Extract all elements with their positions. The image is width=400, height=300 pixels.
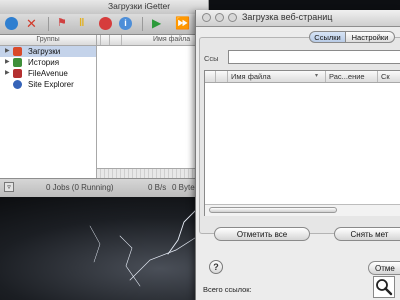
main-window: Загрузки iGetter ✕ ⚑ ‖ i ▶ ⏩ Группы ▶ За…: [0, 0, 209, 197]
list-header: Имя файла: [97, 35, 208, 46]
column-header-speed[interactable]: Ск: [377, 71, 400, 82]
total-links-label: Всего ссылок:: [203, 285, 252, 294]
toolbar-separator: [142, 17, 143, 31]
stop-icon[interactable]: [99, 17, 112, 30]
start-icon[interactable]: ▶: [152, 17, 165, 30]
cancel-button[interactable]: Отме: [368, 261, 400, 275]
tab-settings[interactable]: Настройки: [345, 31, 395, 43]
links-table[interactable]: Имя файла ▾ Рас...ение Ск: [204, 70, 400, 216]
pause-icon[interactable]: ‖: [79, 17, 92, 30]
sites-field[interactable]: [228, 50, 400, 64]
help-button[interactable]: ?: [209, 260, 223, 274]
zoom-window-icon[interactable]: [228, 13, 237, 22]
group-label: FileAvenue: [28, 69, 68, 78]
flag-icon[interactable]: ⚑: [57, 17, 70, 30]
column-header-filename[interactable]: Имя файла: [227, 71, 325, 82]
main-titlebar[interactable]: Загрузки iGetter: [0, 0, 208, 15]
start-all-icon[interactable]: ⏩: [175, 17, 190, 30]
group-item-fileavenue[interactable]: ▶ FileAvenue: [0, 68, 96, 79]
delete-icon[interactable]: ✕: [25, 17, 38, 30]
table-scrollbar[interactable]: [205, 204, 400, 216]
dialog-titlebar[interactable]: Загрузка веб-страниц: [196, 10, 400, 27]
downloads-icon: [13, 47, 22, 56]
fileavenue-icon: [13, 69, 22, 78]
groups-header: Группы: [0, 35, 97, 46]
group-item-downloads[interactable]: ▶ Загрузки: [0, 46, 96, 57]
info-icon[interactable]: i: [119, 17, 132, 30]
toolbar-separator: [48, 17, 49, 31]
sort-arrow-icon: ▾: [315, 73, 319, 79]
column-header-filename[interactable]: Имя файла: [153, 35, 190, 45]
disclosure-triangle-icon[interactable]: ▶: [5, 57, 10, 68]
download-list[interactable]: [97, 46, 208, 168]
site-explorer-icon: [13, 80, 22, 89]
toggle-drawer-icon[interactable]: ▿: [4, 182, 14, 192]
column-divider: [121, 35, 122, 45]
group-label: Site Explorer: [28, 80, 74, 89]
close-window-icon[interactable]: [202, 13, 211, 22]
column-divider: [109, 35, 110, 45]
download-speed: 0 B/s: [148, 183, 167, 192]
magnifier-icon[interactable]: [373, 276, 395, 298]
unmark-button[interactable]: Снять мет: [334, 227, 400, 241]
group-label: История: [28, 58, 60, 67]
links-table-header: Имя файла ▾ Рас...ение Ск: [205, 71, 400, 83]
group-item-site-explorer[interactable]: Site Explorer: [0, 79, 96, 90]
groups-list: ▶ Загрузки ▶ История ▶ FileAvenue Site E…: [0, 46, 97, 178]
column-header-extension[interactable]: Рас...ение: [325, 71, 377, 82]
sites-label: Сcы: [204, 54, 219, 63]
window-title: Загрузки iGetter: [107, 1, 171, 11]
magnifier-glyph: [376, 279, 393, 296]
minimize-window-icon[interactable]: [215, 13, 224, 22]
download-pages-dialog: Загрузка веб-страниц Ссылки Настройки Сc…: [195, 10, 400, 300]
status-bar: ▿ 0 Jobs (0 Running) 0 B/s 0 Bytes: [0, 178, 208, 197]
disclosure-triangle-icon[interactable]: ▶: [5, 68, 10, 79]
jobs-count: 0 Jobs (0 Running): [46, 183, 114, 192]
dialog-title: Загрузка веб-страниц: [242, 12, 333, 22]
mark-all-button[interactable]: Отметить все: [214, 227, 310, 241]
tab-links[interactable]: Ссылки: [309, 31, 346, 43]
add-icon[interactable]: [5, 17, 18, 30]
group-label: Загрузки: [28, 47, 61, 56]
history-icon: [13, 58, 22, 67]
column-divider: [215, 71, 216, 82]
group-item-history[interactable]: ▶ История: [0, 57, 96, 68]
toolbar: ✕ ⚑ ‖ i ▶ ⏩: [0, 14, 208, 35]
scrollbar-thumb[interactable]: [209, 207, 337, 213]
column-divider: [100, 35, 101, 45]
disclosure-triangle-icon[interactable]: ▶: [5, 46, 10, 57]
